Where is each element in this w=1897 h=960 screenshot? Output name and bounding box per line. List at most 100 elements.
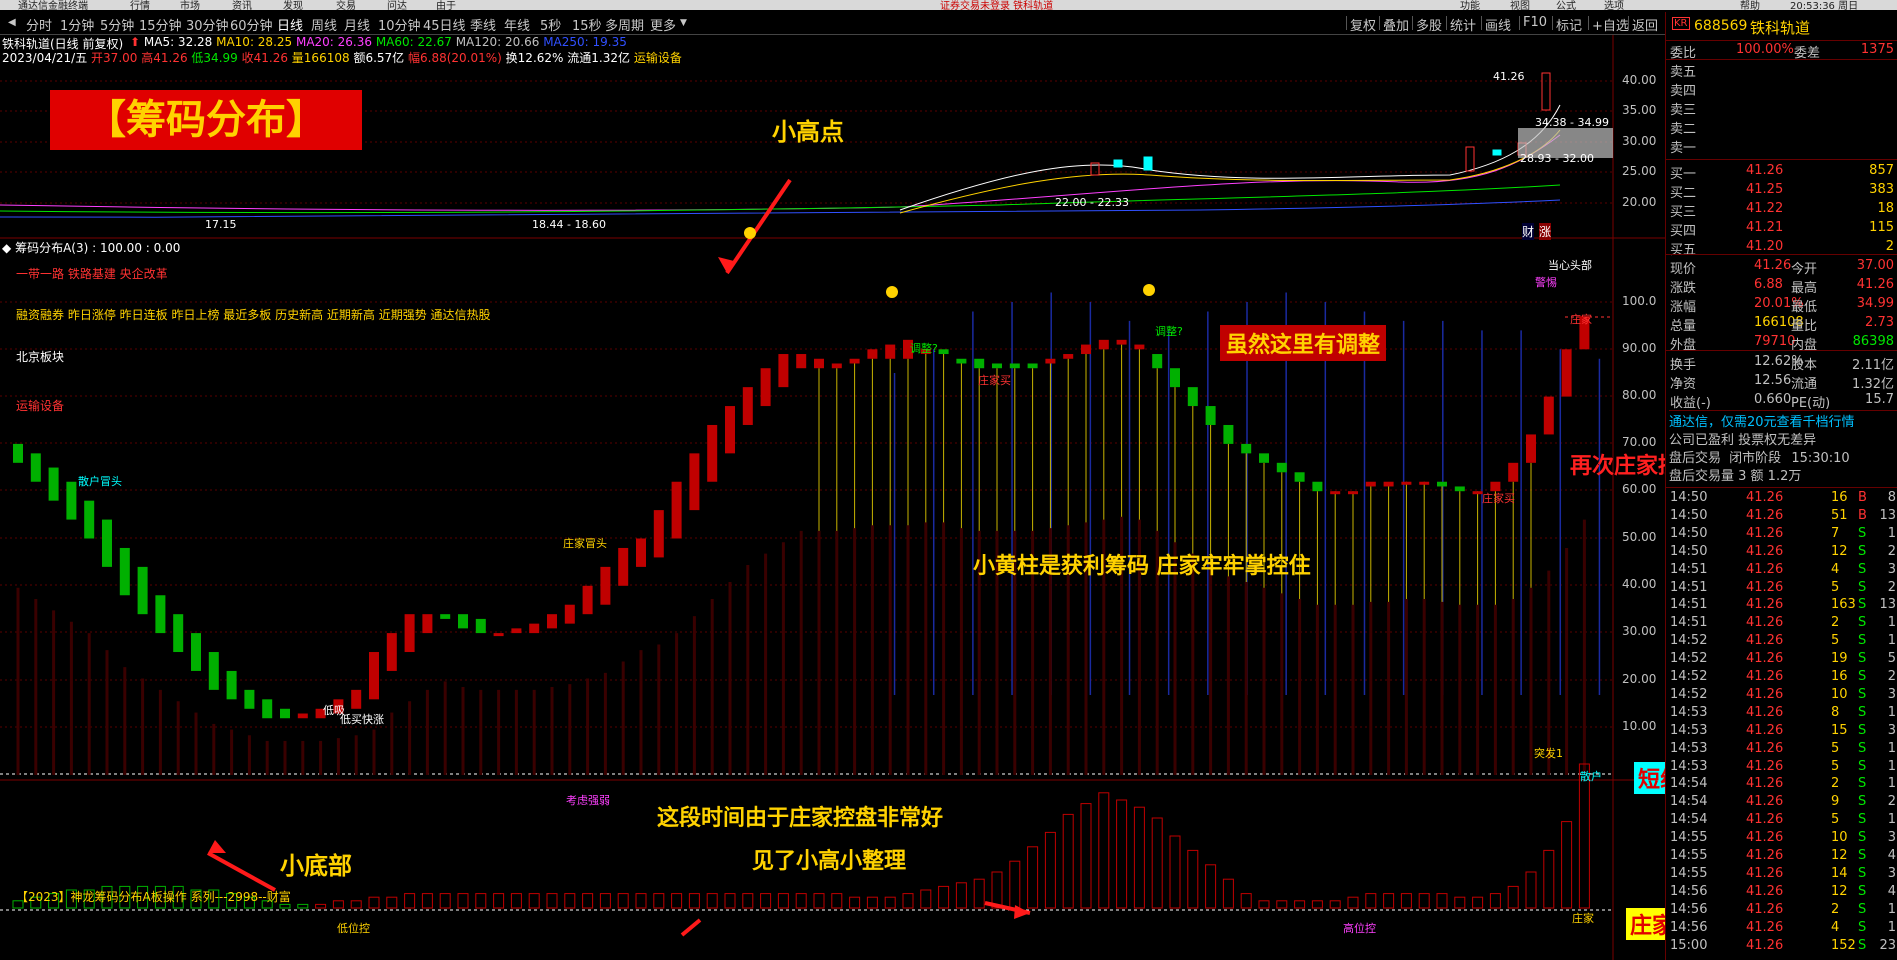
chip-bar-down [1009,363,1020,369]
buy-vol: 18 [1877,201,1894,216]
toolbar-button-7[interactable]: +自选 [1592,15,1629,34]
menu-item[interactable]: 视图 [1510,0,1530,10]
toolbar-separator [1412,16,1413,30]
menu-item[interactable]: 交易 [336,0,356,10]
control-bar [546,893,558,909]
control-bar [1276,900,1288,909]
menu-item[interactable]: 问达 [387,0,407,10]
stat-label: 今开 [1791,262,1818,277]
tick-row: 14:50 41.26 16 B 8 [1666,490,1897,508]
period-tab-14[interactable]: 15秒 [572,15,602,34]
chip-bar-down [280,708,290,719]
buy-row[interactable]: 买一 41.26 857 [1666,162,1897,182]
collapse-icon[interactable]: ◆ [2,241,11,255]
period-tab-3[interactable]: 15分钟 [139,15,182,34]
stat-row: 外盘 79710 内盘 86398 [1666,333,1897,353]
period-tab-0[interactable]: 分时 [26,15,52,34]
period-tab-2[interactable]: 5分钟 [100,15,134,34]
menu-item[interactable]: 市场 [180,0,200,10]
chip-bar-down [1241,443,1252,454]
control-bar [528,893,540,909]
tick-volume: 163 [1831,597,1856,613]
high-price-label: 41.26 [1493,70,1525,83]
tick-list[interactable]: 14:50 41.26 16 B 8 14:50 41.26 51 B 13 14:50 41.26 7… [1666,487,1897,953]
tick-price: 41.26 [1746,507,1784,523]
tick-row: 14:53 41.26 5 S 1 [1666,741,1897,759]
menu-item[interactable]: 由于 [436,0,456,10]
finance-badge[interactable]: 财 [1522,223,1535,240]
left-arrow-icon[interactable]: ◀ [8,17,16,28]
period-tab-8[interactable]: 月线 [344,15,370,34]
menu-item[interactable]: 选项 [1604,0,1624,10]
control-bar [813,893,825,909]
period-tab-4[interactable]: 30分钟 [186,15,229,34]
toolbar-button-4[interactable]: 画线 [1485,15,1511,34]
toolbar-button-8[interactable]: 返回 [1632,15,1658,34]
buy-row[interactable]: 买四 41.21 115 [1666,219,1897,239]
control-bar [582,893,594,909]
menu-item[interactable]: 行情 [130,0,150,10]
menu-item[interactable]: 资讯 [232,0,252,10]
chip-bar-up [493,633,504,637]
region-line: 北京板块 [16,350,65,364]
chip-bar-down [1294,472,1305,482]
toolbar-button-0[interactable]: 复权 [1350,15,1376,34]
menu-item[interactable]: 帮助 [1740,0,1760,10]
control-bar [386,896,398,909]
period-tab-5[interactable]: 60分钟 [230,15,273,34]
buy-vol: 2 [1885,239,1894,254]
menu-item[interactable]: 功能 [1460,0,1480,10]
dropdown-icon[interactable]: ▼ [680,18,687,28]
buy-row[interactable]: 买二 41.25 383 [1666,181,1897,201]
stock-code: 688569 [1694,18,1748,34]
chip-bar-down [475,618,486,634]
menu-item[interactable]: 发现 [283,0,303,10]
mark-jinggao: 警惕 [1535,276,1557,289]
tick-row: 14:52 41.26 19 S 5 [1666,651,1897,669]
period-tab-13[interactable]: 5秒 [540,15,561,34]
ad-link[interactable]: 通达信，仅需20元查看千档行情 [1669,410,1897,429]
kline-candle [1113,159,1123,168]
period-tab-16[interactable]: 更多 [650,15,676,34]
tick-time: 14:51 [1670,561,1708,577]
control-bar [475,893,487,909]
toolbar-button-3[interactable]: 统计 [1450,15,1476,34]
tick-time: 14:52 [1670,686,1708,702]
chip-bar-down [226,670,237,700]
menu-item[interactable]: 公式 [1556,0,1576,10]
period-tab-15[interactable]: 多周期 [605,15,644,34]
tick-volume: 5 [1831,579,1840,595]
period-tab-12[interactable]: 年线 [504,15,530,34]
tick-direction: S [1858,651,1867,667]
tick-row: 14:55 41.26 10 S 3 [1666,830,1897,848]
toolbar-button-2[interactable]: 多股 [1416,15,1442,34]
period-tab-7[interactable]: 周线 [311,15,337,34]
toolbar-button-1[interactable]: 叠加 [1383,15,1409,34]
kline-candle [1465,146,1475,172]
toolbar-separator [1446,16,1447,30]
chip-bar-up [1348,491,1358,495]
stat-label: 换手 [1670,358,1697,373]
period-tab-9[interactable]: 10分钟 [378,15,421,34]
kline-y-tick: 20.00 [1622,195,1657,209]
tick-row: 14:53 41.26 5 S 1 [1666,759,1897,777]
menu-item[interactable]: 通达信金融终端 [18,0,88,10]
tick-volume: 4 [1831,561,1840,577]
rise-badge[interactable]: 涨 [1539,223,1552,240]
period-tab-11[interactable]: 季线 [470,15,496,34]
period-tab-1[interactable]: 1分钟 [60,15,94,34]
period-tab-6[interactable]: 日线 [277,15,303,34]
period-tab-10[interactable]: 45日线 [423,15,466,34]
tick-volume: 16 [1831,669,1848,684]
chip-y-tick: 60.00 [1622,482,1657,496]
toolbar-button-6[interactable]: 标记 [1556,15,1582,34]
label-xiaodibu: 小底部 [280,851,352,880]
tick-price: 41.26 [1746,883,1784,899]
buy-row[interactable]: 买三 41.22 18 [1666,200,1897,220]
chip-bar-up [1543,396,1554,435]
tick-direction: S [1858,669,1867,684]
chip-bar-up [369,652,379,700]
toolbar-button-5[interactable]: F10 [1523,15,1547,30]
chip-y-tick: 30.00 [1622,624,1657,638]
tick-row: 14:53 41.26 15 S 3 [1666,723,1897,741]
